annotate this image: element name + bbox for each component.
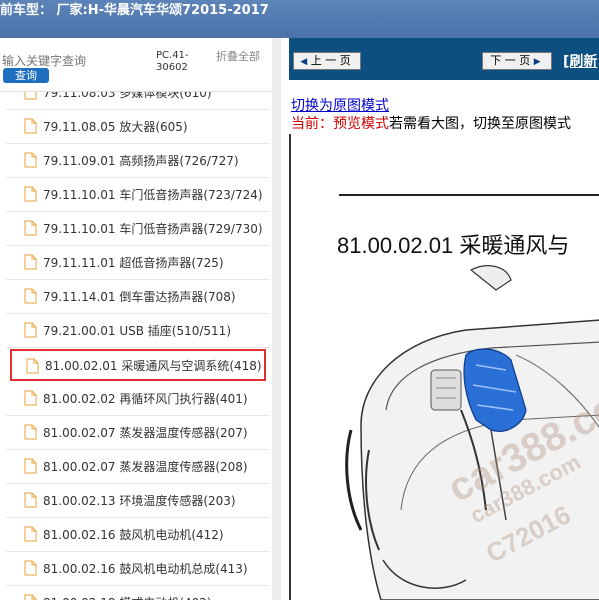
tree-item-label: 81.00.02.16 鼓风机电动机总成(413) — [43, 562, 248, 576]
mode-value: 预览模式 — [333, 116, 389, 132]
header-rule — [339, 194, 599, 196]
prev-page-label: 上 一 页 — [310, 54, 351, 67]
file-icon — [24, 220, 37, 236]
tree-item-label: 79.21.00.01 USB 插座(510/511) — [43, 324, 231, 338]
tree-item-label: 79.11.08.05 放大器(605) — [43, 120, 188, 134]
mode-hint: 若需看大图，切换至原图模式 — [389, 116, 571, 132]
file-icon — [24, 458, 37, 474]
tree-item[interactable]: 79.11.11.01 超低音扬声器(725) — [6, 246, 270, 280]
file-icon — [24, 390, 37, 406]
tree-item-label: 79.11.09.01 高频扬声器(726/727) — [43, 154, 239, 168]
tree-item-label: 81.00.02.07 蒸发器温度传感器(208) — [43, 460, 248, 474]
tree-item[interactable]: 81.00.02.16 鼓风机电动机(412) — [6, 518, 270, 552]
file-icon — [24, 152, 37, 168]
tree-item[interactable]: 81.00.02.02 再循环风门执行器(401) — [6, 382, 270, 416]
file-icon — [24, 526, 37, 542]
arrow-left-icon: ◀ — [300, 57, 308, 67]
file-icon — [24, 424, 37, 440]
viewer-toolbar: ◀ 上 一 页 下 一 页 ▶ [刷新 — [289, 38, 599, 80]
mode-status: 当前：预览模式若需看大图，切换至原图模式 — [291, 113, 571, 133]
mode-prefix: 当前： — [291, 116, 333, 132]
tree-item[interactable]: 79.11.08.05 放大器(605) — [6, 110, 270, 144]
file-icon — [24, 594, 37, 600]
tree-item[interactable]: 81.00.02.07 蒸发器温度传感器(207) — [6, 416, 270, 450]
sidebar: 查询 PC.41-30602 折叠全部 79.11.08.03 多媒体模块(61… — [0, 38, 281, 600]
file-icon — [24, 118, 37, 134]
search-bar: 查询 PC.41-30602 折叠全部 — [0, 38, 281, 92]
file-icon — [24, 254, 37, 270]
tree-item[interactable]: 81.00.02.16 鼓风机电动机总成(413) — [6, 552, 270, 586]
file-icon — [24, 492, 37, 508]
refresh-link[interactable]: [刷新 — [563, 51, 597, 71]
tree-item-selected[interactable]: 81.00.02.01 采暖通风与空调系统(418) — [10, 349, 266, 381]
pc-code: PC.41-30602 — [156, 50, 189, 73]
window-title: 前车型： 厂家:H-华晨汽车华颂72015-2017 — [0, 3, 269, 18]
window-title-bar: 前车型： 厂家:H-华晨汽车华颂72015-2017 — [0, 0, 599, 38]
tree-item-label: 81.00.02.07 蒸发器温度传感器(207) — [43, 426, 248, 440]
next-page-button[interactable]: 下 一 页 ▶ — [482, 52, 552, 70]
sidebar-scrollbar[interactable] — [272, 38, 281, 600]
tree-item-label: 79.11.10.01 车门低音扬声器(723/724) — [43, 188, 263, 202]
tree-item[interactable]: 81.00.02.13 环境温度传感器(203) — [6, 484, 270, 518]
tree-item[interactable]: 79.11.10.01 车门低音扬声器(729/730) — [6, 212, 270, 246]
document-tree: 79.11.08.03 多媒体模块(610) 79.11.08.05 放大器(6… — [0, 92, 272, 600]
file-icon — [26, 358, 39, 374]
next-page-label: 下 一 页 — [490, 54, 531, 67]
tree-item-label: 81.00.02.01 采暖通风与空调系统(418) — [45, 359, 262, 373]
file-icon — [24, 322, 37, 338]
tree-item-label: 79.11.08.03 多媒体模块(610) — [43, 92, 212, 100]
document-page-preview: 81.00.02.01 采暖通风与 car388.co car388.com C… — [289, 134, 599, 600]
switch-original-mode-link[interactable]: 切换为原图模式 — [291, 95, 389, 115]
tree-item[interactable]: 79.11.14.01 倒车雷达扬声器(708) — [6, 280, 270, 314]
tree-item-label: 81.00.02.13 环境温度传感器(203) — [43, 494, 236, 508]
tree-item-label: 79.11.10.01 车门低音扬声器(729/730) — [43, 222, 263, 236]
file-icon — [24, 288, 37, 304]
file-icon — [24, 560, 37, 576]
document-title: 81.00.02.01 采暖通风与 — [337, 233, 570, 258]
tree-item[interactable]: 81.00.02.18 模式电动机(402) — [6, 586, 270, 600]
tree-item[interactable]: 79.21.00.01 USB 插座(510/511) — [6, 314, 270, 348]
tree-item-label: 79.11.11.01 超低音扬声器(725) — [43, 256, 224, 270]
search-button[interactable]: 查询 — [3, 68, 49, 83]
file-icon — [24, 186, 37, 202]
tree-item[interactable]: 79.11.10.01 车门低音扬声器(723/724) — [6, 178, 270, 212]
tree-item-label: 81.00.02.16 鼓风机电动机(412) — [43, 528, 224, 542]
tree-item-label: 79.11.14.01 倒车雷达扬声器(708) — [43, 290, 236, 304]
document-viewer: ◀ 上 一 页 下 一 页 ▶ [刷新 切换为原图模式 当前：预览模式若需看大图… — [289, 38, 599, 600]
tree-item-label: 81.00.02.02 再循环风门执行器(401) — [43, 392, 248, 406]
tree-item[interactable]: 79.11.08.03 多媒体模块(610) — [6, 92, 270, 110]
tree-item[interactable]: 79.11.09.01 高频扬声器(726/727) — [6, 144, 270, 178]
tree-item-label: 81.00.02.18 模式电动机(402) — [43, 586, 212, 600]
arrow-right-icon: ▶ — [533, 57, 541, 67]
prev-page-button[interactable]: ◀ 上 一 页 — [293, 52, 361, 70]
file-icon — [24, 92, 37, 100]
tree-item[interactable]: 81.00.02.07 蒸发器温度传感器(208) — [6, 450, 270, 484]
collapse-all-link[interactable]: 折叠全部 — [216, 50, 260, 63]
